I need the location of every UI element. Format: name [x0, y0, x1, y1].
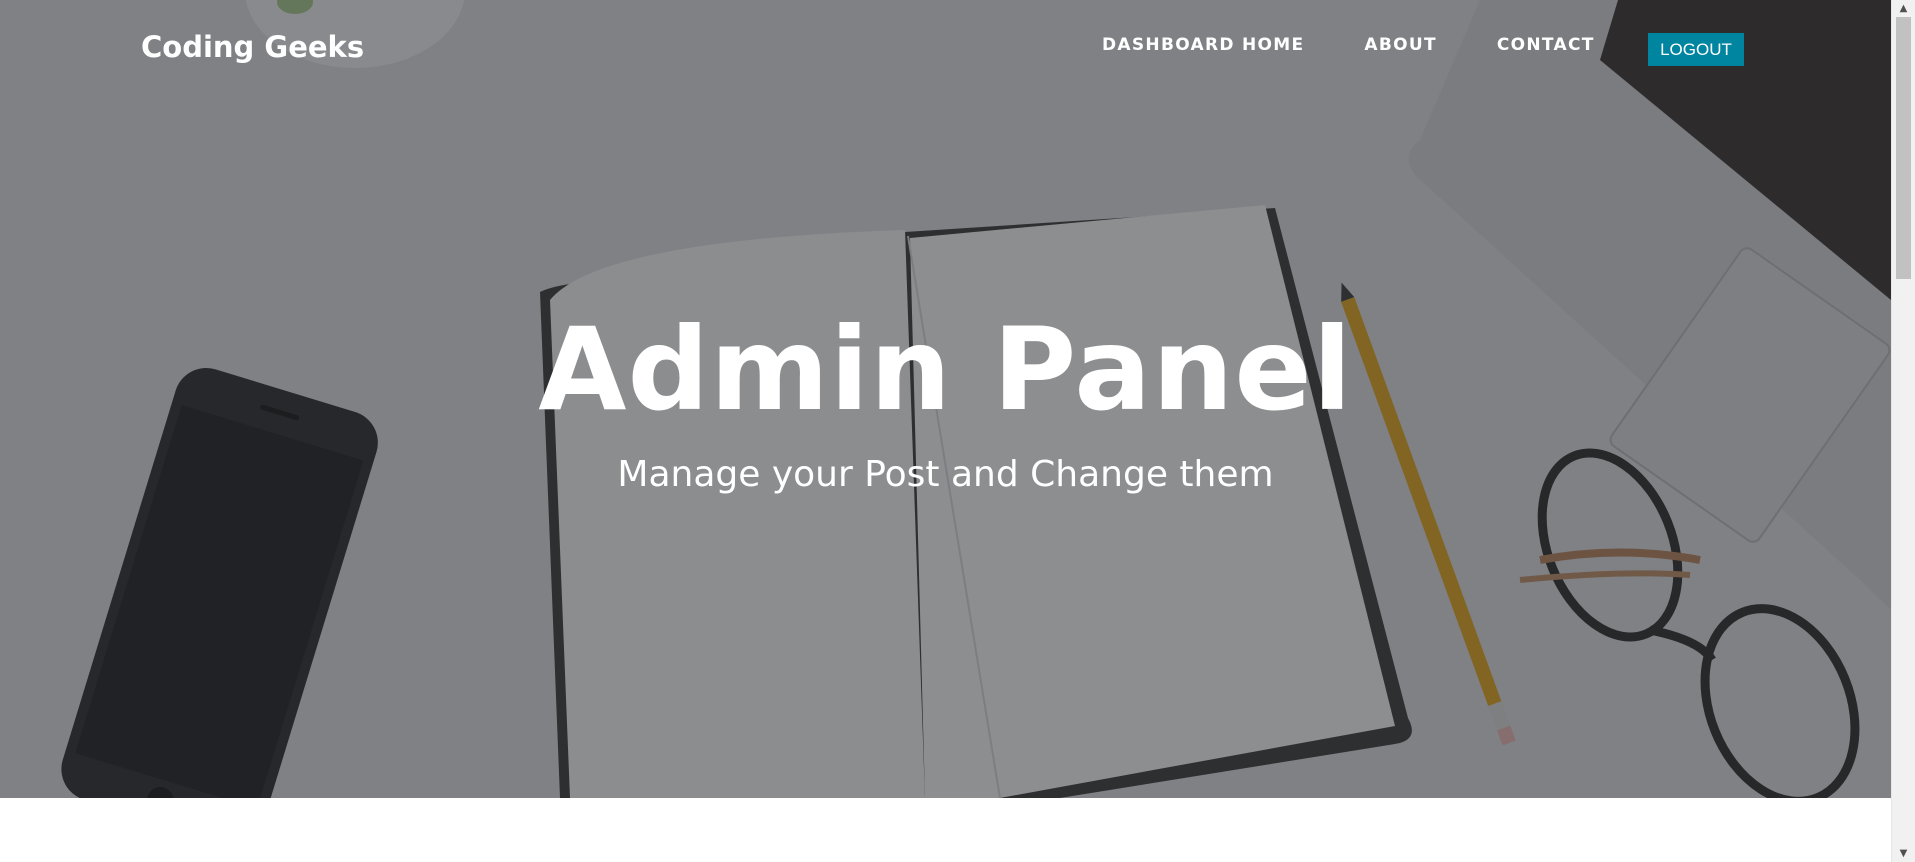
scrollbar-thumb[interactable] — [1896, 17, 1911, 279]
hero-header: Coding Geeks DASHBOARD HOME ABOUT CONTAC… — [0, 0, 1891, 798]
site-heading: Admin Panel Manage your Post and Change … — [0, 305, 1891, 497]
page-title: Admin Panel — [538, 303, 1353, 436]
chevron-up-icon[interactable]: ▲ — [1892, 0, 1915, 17]
brand-link[interactable]: Coding Geeks — [141, 30, 364, 64]
nav-link-dashboard-home[interactable]: DASHBOARD HOME — [1102, 34, 1304, 56]
chevron-down-icon[interactable]: ▼ — [1892, 845, 1915, 862]
navbar: Coding Geeks DASHBOARD HOME ABOUT CONTAC… — [0, 0, 1891, 100]
vertical-scrollbar[interactable]: ▲ ▼ — [1891, 0, 1915, 862]
browser-viewport: Coding Geeks DASHBOARD HOME ABOUT CONTAC… — [0, 0, 1891, 862]
nav-link-contact[interactable]: CONTACT — [1497, 34, 1595, 56]
logout-button[interactable]: LOGOUT — [1648, 33, 1744, 66]
nav-link-about[interactable]: ABOUT — [1364, 34, 1436, 56]
nav-links: DASHBOARD HOME ABOUT CONTACT — [1102, 34, 1655, 56]
page-subtitle: Manage your Post and Change them — [617, 454, 1274, 495]
